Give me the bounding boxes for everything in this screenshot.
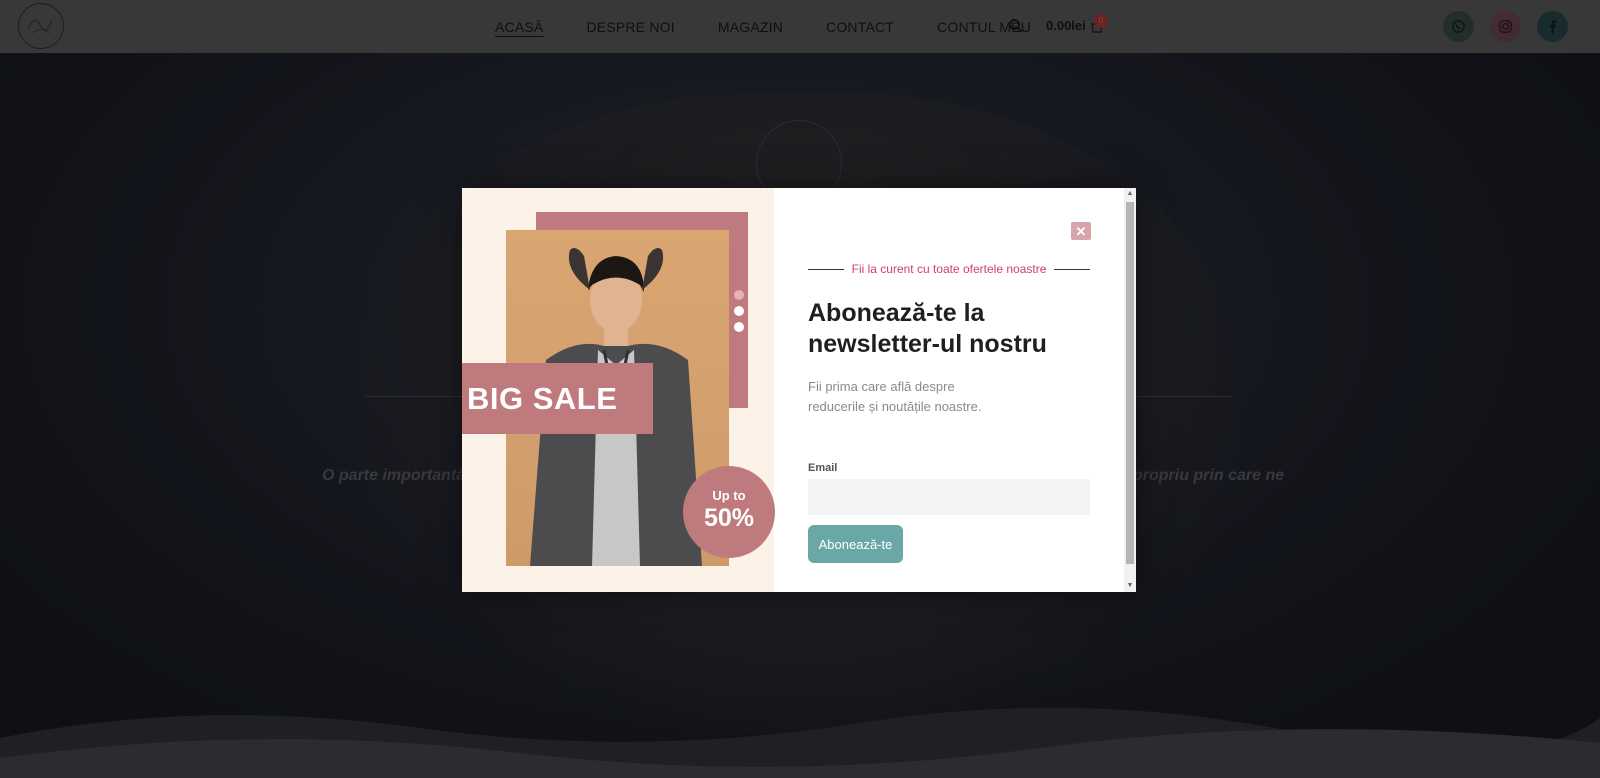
badge-percent: 50% [703,504,755,532]
whatsapp-icon [1452,20,1465,33]
nav-item-magazin[interactable]: MAGAZIN [718,19,783,35]
popup-title: Abonează-te la newsletter-ul nostru [808,299,1047,358]
hero-text-left: O parte importantă [322,467,466,484]
main-nav: ACASĂ DESPRE NOI MAGAZIN CONTACT CONTUL … [495,0,1074,53]
big-sale-banner: BIG SALE [462,363,653,434]
eyebrow-text: Fii la curent cu toate ofertele noastre [851,262,1047,276]
carousel-dot[interactable] [734,322,744,332]
facebook-button[interactable] [1537,11,1568,42]
close-icon: ✕ [1075,223,1087,239]
popup-scrollbar[interactable]: ▲ ▼ [1124,188,1136,592]
instagram-button[interactable] [1490,11,1521,42]
nav-item-despre-noi[interactable]: DESPRE NOI [586,19,674,35]
nav-item-acasa[interactable]: ACASĂ [495,19,543,35]
carousel-dot[interactable] [734,306,744,316]
site-logo[interactable] [18,3,64,49]
popup-promo-panel: BIG SALE Up to 50% [462,188,775,592]
popup-description: Fii prima care află despre reducerile și… [808,379,982,414]
subscribe-button[interactable]: Abonează-te [808,525,903,563]
eyebrow-line-right [1054,268,1090,270]
scrollbar-thumb[interactable] [1126,202,1134,564]
logo-emblem-icon [28,19,52,34]
hero-text-right: propriu prin care ne [1133,467,1285,484]
cart-count-badge: 0 [1094,14,1108,28]
whatsapp-button[interactable] [1443,11,1474,42]
popup-form-panel: ✕ Fii la curent cu toate ofertele noastr… [774,188,1124,592]
discount-badge: Up to 50% [683,466,775,558]
newsletter-popup: BIG SALE Up to 50% ✕ Fii la curent cu to… [462,188,1136,592]
scroll-down-arrow-icon[interactable]: ▼ [1124,580,1136,592]
eyebrow-line-left [808,268,844,270]
carousel-dots [734,290,744,338]
site-header: ACASĂ DESPRE NOI MAGAZIN CONTACT CONTUL … [0,0,1600,53]
badge-upto: Up to [712,488,746,503]
popup-eyebrow: Fii la curent cu toate ofertele noastre [808,262,1090,276]
email-label: Email [808,462,838,474]
hero-wave-divider [0,707,1600,778]
close-button[interactable]: ✕ [1071,222,1091,240]
scroll-up-arrow-icon[interactable]: ▲ [1124,188,1136,200]
facebook-icon [1549,20,1557,34]
email-field[interactable] [808,479,1090,515]
search-icon[interactable] [1008,18,1024,34]
cart-total: 0.00lei [1046,18,1086,33]
nav-item-contact[interactable]: CONTACT [826,19,894,35]
instagram-icon [1499,20,1512,33]
carousel-dot[interactable] [734,290,744,300]
